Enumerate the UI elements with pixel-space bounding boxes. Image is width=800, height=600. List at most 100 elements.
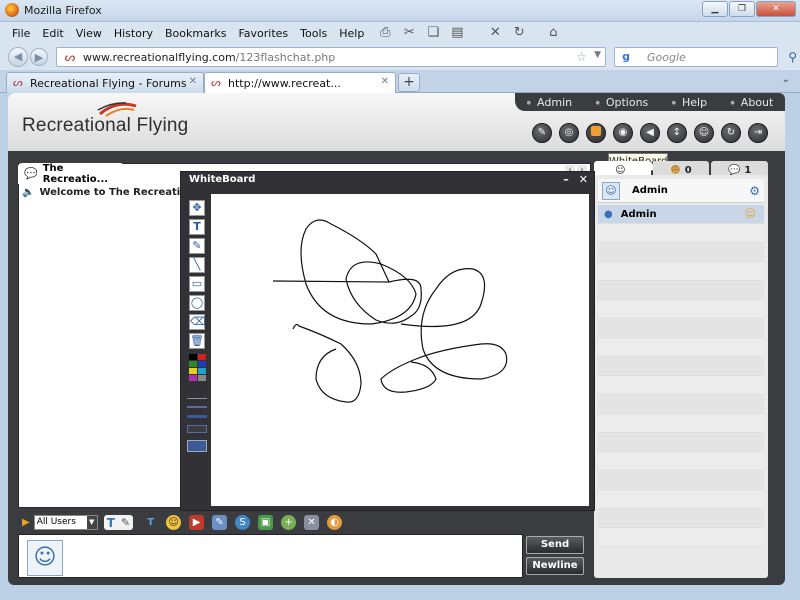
tools-icon[interactable]: ✎ [532, 123, 552, 143]
link-help[interactable]: Help [672, 96, 707, 109]
tab-forums[interactable]: ᔕ Recreational Flying - Forums ✕ [6, 72, 204, 93]
line-icon[interactable]: ╲ [189, 257, 205, 273]
list-tabs-icon[interactable]: ⌄ [782, 74, 790, 85]
pen-mode-icon[interactable]: ✎ [121, 516, 130, 529]
format-group: T ✎ [103, 515, 134, 530]
list-item [598, 281, 764, 300]
menu-tools[interactable]: Tools [294, 27, 333, 40]
text-mode-icon[interactable]: T [107, 516, 115, 530]
link-about[interactable]: About [730, 96, 774, 109]
emotion-icon[interactable]: ☺ [694, 123, 714, 143]
exit-icon[interactable]: ⇥ [748, 123, 768, 143]
game-icon[interactable]: ◎ [559, 123, 579, 143]
move-icon[interactable]: ✥ [189, 200, 205, 216]
forward-button[interactable]: ▶ [30, 48, 48, 66]
app-header: Recreational Flying Admin Options Help A… [8, 93, 785, 151]
line-width-option[interactable] [187, 425, 207, 433]
minimize-whiteboard-icon[interactable]: – [563, 173, 569, 186]
search-input[interactable]: g Google ⚲ [614, 47, 797, 67]
site-favicon-icon: ᔕ [13, 76, 23, 89]
avatar[interactable]: ☺ [602, 181, 620, 200]
cut-icon[interactable]: ✂ [402, 26, 416, 40]
ellipse-icon[interactable]: ◯ [189, 295, 205, 311]
room-tab-label: The Recreatio... [42, 162, 109, 185]
home-icon[interactable]: ⌂ [546, 26, 560, 40]
color-swatch[interactable] [197, 368, 206, 374]
users-icon: ☺ [615, 164, 626, 176]
color-swatch[interactable] [197, 354, 206, 360]
whiteboard-stroke [272, 219, 422, 325]
menu-view[interactable]: View [70, 27, 108, 40]
link-options[interactable]: Options [595, 96, 648, 109]
audio-icon[interactable]: ◀ [640, 123, 660, 143]
chevron-down-icon[interactable]: ▼ [594, 50, 601, 60]
font-icon[interactable]: T [143, 515, 158, 530]
skype-icon[interactable]: S [235, 515, 251, 530]
address-bar[interactable]: ᔕ www.recreationalflying.com/123flashcha… [56, 47, 606, 67]
line-widths [187, 398, 207, 452]
line-width-option[interactable] [187, 440, 207, 452]
whiteboard-toolbar: ✥ T ✎ ╲ ▭ ◯ ⌫ 🗑 [187, 200, 207, 452]
restore-button[interactable]: ❐ [729, 1, 755, 17]
menu-help[interactable]: Help [333, 27, 370, 40]
search-icon[interactable]: ⚲ [788, 50, 797, 64]
menu-favorites[interactable]: Favorites [232, 27, 294, 40]
send-button[interactable]: Send [526, 536, 584, 554]
reload-icon[interactable]: ↻ [512, 26, 526, 40]
menu-file[interactable]: File [6, 27, 36, 40]
avatar-icon[interactable]: ✎ [212, 515, 228, 530]
list-item [598, 452, 764, 471]
close-tab-icon[interactable]: ✕ [381, 76, 389, 87]
room-tab[interactable]: 💬 The Recreatio... [18, 162, 124, 185]
minimize-button[interactable]: ▁ [702, 1, 728, 17]
bookmark-star-icon[interactable]: ☆ [576, 50, 587, 64]
eraser-icon[interactable]: ⌫ [189, 314, 206, 330]
link-admin[interactable]: Admin [527, 96, 572, 109]
clear-icon[interactable]: ✕ [304, 515, 320, 530]
gear-icon[interactable]: ⚙ [749, 184, 760, 198]
chevron-down-icon[interactable]: ▼ [86, 516, 97, 529]
recipient-select[interactable]: All Users ▼ [33, 515, 98, 530]
whiteboard-canvas[interactable] [211, 194, 589, 506]
message-input[interactable]: ☺ [18, 534, 523, 578]
paste-icon[interactable]: ▤ [450, 26, 464, 40]
youtube-icon[interactable]: ▶ [189, 515, 205, 530]
menu-edit[interactable]: Edit [36, 27, 69, 40]
color-swatch[interactable] [197, 375, 206, 381]
close-tab-icon[interactable]: ✕ [189, 76, 197, 87]
add-icon[interactable]: + [281, 515, 297, 530]
whiteboard-icon[interactable] [586, 123, 606, 143]
color-swatch[interactable] [188, 361, 197, 367]
transfer-icon[interactable]: ↕ [667, 123, 687, 143]
close-window-button[interactable]: ✕ [756, 1, 796, 17]
rectangle-icon[interactable]: ▭ [189, 276, 205, 292]
emoticon-icon[interactable]: ☺ [166, 515, 182, 530]
copy-icon[interactable]: ❏ [426, 26, 440, 40]
color-swatch[interactable] [188, 354, 197, 360]
close-whiteboard-icon[interactable]: ✕ [579, 173, 588, 186]
text-tool-icon[interactable]: T [189, 219, 205, 235]
color-swatch[interactable] [188, 368, 197, 374]
line-width-option[interactable] [187, 406, 207, 408]
color-palette[interactable] [188, 354, 206, 381]
menu-history[interactable]: History [108, 27, 159, 40]
back-button[interactable]: ◀ [8, 47, 28, 67]
tab-chat[interactable]: ᔕ http://www.recreat... ✕ [204, 72, 396, 93]
theme-icon[interactable]: ◐ [327, 515, 343, 530]
trash-icon[interactable]: 🗑 [189, 333, 205, 349]
color-swatch[interactable] [197, 361, 206, 367]
new-tab-button[interactable]: + [398, 73, 420, 92]
stop-icon[interactable]: ✕ [488, 26, 502, 40]
image-icon[interactable]: ▣ [258, 515, 274, 530]
speaker-icon: 🔈 [22, 187, 35, 198]
refresh-icon[interactable]: ↻ [721, 123, 741, 143]
webcam-icon[interactable]: ◉ [613, 123, 633, 143]
menu-bookmarks[interactable]: Bookmarks [159, 27, 232, 40]
line-width-option[interactable] [187, 398, 207, 399]
pencil-icon[interactable]: ✎ [189, 238, 205, 254]
print-icon[interactable]: ⎙ [378, 26, 392, 40]
newline-button[interactable]: Newline [526, 557, 584, 575]
list-item[interactable]: ● Admin ☺ [598, 205, 764, 224]
color-swatch[interactable] [188, 375, 197, 381]
line-width-option[interactable] [187, 415, 207, 418]
